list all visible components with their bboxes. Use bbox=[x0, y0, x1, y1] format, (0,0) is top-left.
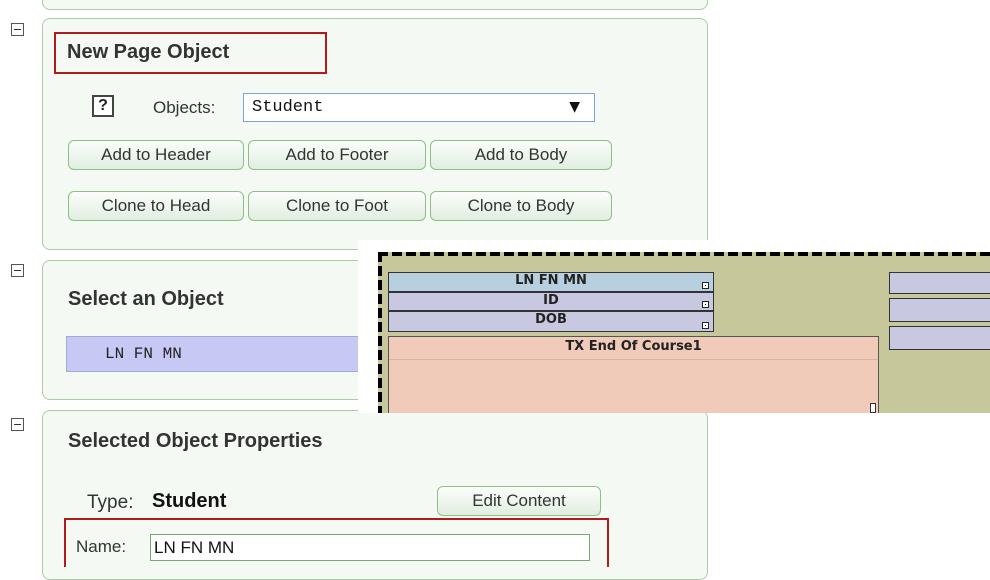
canvas-preview: LN FN MN ID DOB TX End Of Course1 bbox=[358, 240, 990, 413]
objects-select-value: Student bbox=[252, 98, 324, 117]
course-block[interactable]: TX End Of Course1 bbox=[388, 336, 879, 413]
collapse-new-page-object-button[interactable] bbox=[11, 23, 24, 36]
canvas-field-id-label: ID bbox=[543, 293, 559, 308]
clone-to-body-button[interactable]: Clone to Body bbox=[430, 191, 612, 221]
add-to-body-button[interactable]: Add to Body bbox=[430, 140, 612, 170]
new-page-object-title: New Page Object bbox=[67, 41, 230, 63]
type-value: Student bbox=[152, 490, 227, 512]
help-icon[interactable]: ? bbox=[92, 95, 114, 117]
canvas-right-field-2[interactable] bbox=[889, 298, 990, 322]
clone-to-head-button[interactable]: Clone to Head bbox=[68, 191, 244, 221]
selected-properties-title: Selected Object Properties bbox=[68, 430, 323, 452]
canvas-field-id[interactable]: ID bbox=[388, 292, 714, 311]
canvas-right-field-1[interactable] bbox=[889, 272, 990, 294]
type-label: Type: bbox=[87, 492, 134, 513]
canvas-field-name[interactable]: LN FN MN bbox=[388, 272, 714, 292]
object-list-item-label: LN FN MN bbox=[105, 345, 182, 363]
objects-select[interactable]: Student ▼ bbox=[243, 93, 595, 122]
object-list-item-selected[interactable]: LN FN MN bbox=[66, 336, 396, 372]
resize-handle-icon[interactable] bbox=[702, 322, 709, 329]
name-label: Name: bbox=[76, 537, 127, 556]
collapse-select-object-button[interactable] bbox=[11, 264, 24, 277]
course-block-header: TX End Of Course1 bbox=[389, 339, 878, 360]
canvas-field-dob[interactable]: DOB bbox=[388, 311, 714, 332]
page-canvas: LN FN MN ID DOB TX End Of Course1 bbox=[378, 252, 990, 413]
objects-label: Objects: bbox=[153, 98, 216, 117]
resize-handle-icon[interactable] bbox=[702, 282, 709, 289]
collapse-selected-properties-button[interactable] bbox=[11, 418, 24, 431]
previous-panel-edge bbox=[42, 0, 708, 10]
chevron-down-icon: ▼ bbox=[569, 99, 580, 115]
canvas-right-field-3[interactable] bbox=[889, 326, 990, 350]
canvas-dashed-border-left bbox=[378, 252, 382, 413]
edit-content-button[interactable]: Edit Content bbox=[437, 486, 601, 516]
canvas-dashed-border-top bbox=[378, 252, 990, 256]
add-to-header-button[interactable]: Add to Header bbox=[68, 140, 244, 170]
clone-to-foot-button[interactable]: Clone to Foot bbox=[248, 191, 426, 221]
resize-handle-icon[interactable] bbox=[702, 301, 709, 308]
name-input[interactable]: LN FN MN bbox=[150, 534, 590, 561]
course-block-handle-icon[interactable] bbox=[870, 403, 876, 413]
canvas-field-name-label: LN FN MN bbox=[515, 273, 587, 288]
add-to-footer-button[interactable]: Add to Footer bbox=[248, 140, 426, 170]
select-object-title: Select an Object bbox=[68, 288, 224, 310]
canvas-field-dob-label: DOB bbox=[535, 312, 567, 327]
